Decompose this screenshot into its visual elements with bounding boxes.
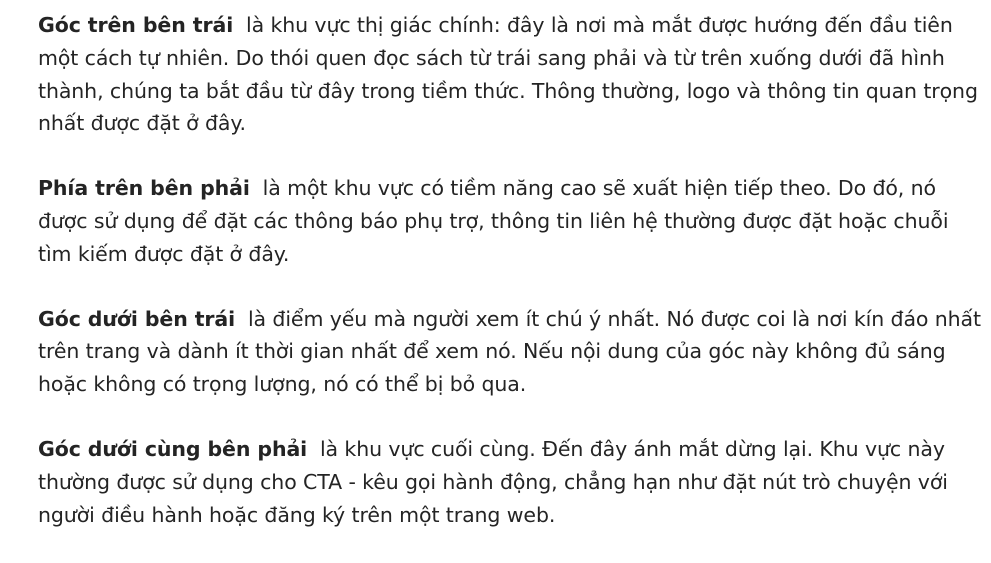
article-body: Góc trên bên trái là khu vực thị giác ch…: [38, 9, 983, 563]
paragraph-top-left: Góc trên bên trái là khu vực thị giác ch…: [38, 9, 983, 140]
term-bottom-right: Góc dưới cùng bên phải: [38, 436, 308, 461]
paragraph-bottom-right: Góc dưới cùng bên phải là khu vực cuối c…: [38, 433, 983, 531]
paragraph-top-right: Phía trên bên phải là một khu vực có tiề…: [38, 172, 983, 270]
paragraph-bottom-left: Góc dưới bên trái là điểm yếu mà người x…: [38, 303, 983, 401]
term-bottom-left: Góc dưới bên trái: [38, 306, 236, 331]
term-top-left: Góc trên bên trái: [38, 13, 234, 37]
term-top-right: Phía trên bên phải: [38, 176, 250, 201]
